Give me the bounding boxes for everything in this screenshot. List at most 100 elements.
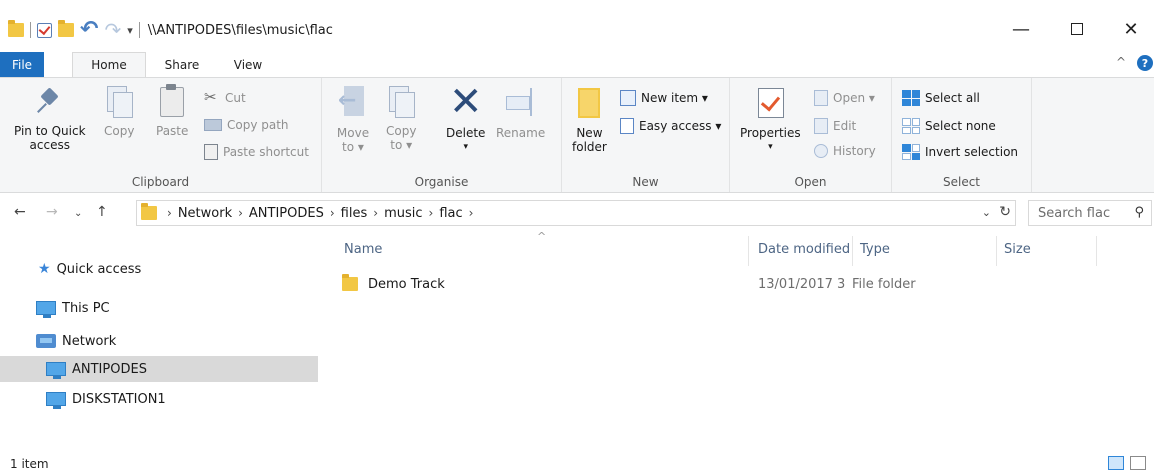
invert-selection-button[interactable]: Invert selection — [902, 144, 1018, 160]
redo-icon[interactable]: ↷ — [104, 20, 121, 40]
tab-file[interactable]: File — [0, 52, 44, 77]
search-icon[interactable]: ⚲ — [1134, 205, 1144, 220]
close-icon: ✕ — [1123, 18, 1139, 40]
breadcrumb-separator-icon[interactable]: › — [330, 206, 335, 220]
column-divider[interactable] — [1096, 236, 1097, 266]
new-folder-button[interactable]: New folder — [572, 84, 607, 154]
back-arrow-icon[interactable]: ← — [14, 204, 26, 220]
item-count: 1 item — [10, 457, 49, 471]
column-divider[interactable] — [852, 236, 853, 266]
clipboard-group: Pin to Quick access Copy Paste Cut Copy … — [0, 78, 322, 192]
select-none-icon — [902, 118, 920, 134]
refresh-icon[interactable]: ↻ — [999, 204, 1011, 220]
forward-arrow-icon[interactable]: → — [46, 204, 58, 220]
table-row[interactable]: Demo Track 13/01/2017 3:39 File folder — [342, 272, 1132, 296]
move-label-line2: to ▾ — [342, 140, 364, 154]
delete-button[interactable]: ✕ Delete ▾ — [446, 82, 486, 154]
new-folder-qat-icon[interactable] — [58, 20, 74, 37]
column-divider[interactable] — [996, 236, 997, 266]
tab-home[interactable]: Home — [72, 52, 146, 77]
edit-button[interactable]: Edit — [814, 118, 856, 134]
computer-icon — [36, 301, 56, 318]
breadcrumb-flac[interactable]: flac — [439, 206, 462, 221]
paste-shortcut-button[interactable]: Paste shortcut — [204, 144, 309, 160]
help-icon[interactable]: ? — [1137, 55, 1153, 71]
status-bar: 1 item — [0, 448, 1154, 472]
title-bar: ↶ ↷ ▾ \\ANTIPODES\files\music\flac — ✕ — [0, 0, 1154, 50]
address-dropdown-icon[interactable]: ⌄ — [982, 206, 991, 219]
move-to-button[interactable]: Move to ▾ — [336, 84, 370, 154]
invert-selection-label: Invert selection — [925, 145, 1019, 159]
pin-to-quick-access-button[interactable]: Pin to Quick access — [14, 84, 86, 152]
breadcrumb-files[interactable]: files — [341, 206, 368, 221]
recent-locations-chevron-icon[interactable]: ⌄ — [74, 208, 82, 219]
easy-access-button[interactable]: Easy access ▾ — [620, 118, 721, 134]
rename-icon — [504, 84, 538, 120]
large-icons-view-icon[interactable] — [1130, 456, 1146, 470]
collapse-ribbon-icon[interactable]: ^ — [1116, 55, 1126, 69]
copy-to-icon — [387, 84, 416, 118]
nav-label-network: Network — [62, 333, 117, 349]
nav-item-antipodes[interactable]: ANTIPODES — [0, 356, 318, 382]
rename-button[interactable]: Rename — [496, 84, 545, 140]
paste-button[interactable]: Paste — [156, 84, 188, 138]
copy-to-button[interactable]: Copy to ▾ — [386, 84, 416, 152]
address-bar[interactable]: › Network › ANTIPODES › files › music › … — [136, 200, 1016, 226]
breadcrumb-separator-icon[interactable]: › — [373, 206, 378, 220]
nav-item-network[interactable]: Network — [0, 328, 318, 354]
minimize-button[interactable]: — — [998, 14, 1044, 44]
nav-label-quick-access: Quick access — [56, 261, 142, 277]
properties-button[interactable]: Properties ▾ — [740, 84, 801, 154]
breadcrumb-music[interactable]: music — [384, 206, 422, 221]
nav-item-this-pc[interactable]: This PC — [0, 295, 318, 321]
folder-icon — [8, 20, 24, 37]
history-button[interactable]: History — [814, 144, 876, 158]
search-input[interactable]: Search flac ⚲ — [1028, 200, 1152, 226]
breadcrumb-separator-icon[interactable]: › — [429, 206, 434, 220]
computer-icon — [46, 362, 66, 379]
breadcrumb-separator-icon[interactable]: › — [167, 206, 172, 220]
details-view-icon[interactable] — [1108, 456, 1124, 470]
properties-qat-icon[interactable] — [37, 22, 52, 38]
tab-share[interactable]: Share — [152, 52, 212, 77]
tab-view[interactable]: View — [218, 52, 278, 77]
copy-icon — [105, 84, 134, 118]
cut-button[interactable]: Cut — [204, 88, 246, 106]
column-header-size[interactable]: Size — [1004, 242, 1031, 257]
organise-group-label: Organise — [414, 175, 469, 189]
column-header-name[interactable]: Name — [344, 242, 382, 257]
copy-path-button[interactable]: Copy path — [204, 118, 289, 132]
nav-item-quick-access[interactable]: ★ Quick access — [0, 256, 318, 282]
select-all-button[interactable]: Select all — [902, 90, 980, 106]
new-item-button[interactable]: New item ▾ — [620, 90, 708, 106]
nav-item-diskstation1[interactable]: DISKSTATION1 — [0, 386, 318, 412]
open-button[interactable]: Open ▾ — [814, 90, 875, 106]
copy-button[interactable]: Copy — [104, 84, 134, 138]
customize-qat-dropdown-icon[interactable]: ▾ — [127, 24, 133, 37]
network-icon — [36, 334, 56, 348]
file-list: ^ Name Date modified Type Size Demo Trac… — [322, 230, 1154, 448]
up-arrow-icon[interactable]: ↑ — [96, 204, 108, 220]
maximize-button[interactable] — [1054, 14, 1100, 44]
star-icon: ★ — [38, 261, 51, 277]
properties-dropdown-icon[interactable]: ▾ — [768, 140, 773, 154]
column-header-type[interactable]: Type — [860, 242, 890, 257]
copy-path-icon — [204, 119, 222, 131]
new-folder-label-line1: New — [576, 126, 603, 140]
quick-access-toolbar: ↶ ↷ ▾ \\ANTIPODES\files\music\flac — [8, 18, 333, 42]
undo-icon[interactable]: ↶ — [80, 19, 98, 41]
column-divider[interactable] — [748, 236, 749, 266]
breadcrumb-separator-icon[interactable]: › — [238, 206, 243, 220]
move-to-icon — [336, 84, 370, 120]
delete-label: Delete — [446, 126, 486, 140]
breadcrumb-separator-icon[interactable]: › — [469, 206, 474, 220]
column-header-date-modified[interactable]: Date modified — [758, 242, 850, 257]
open-group-label: Open — [794, 175, 827, 189]
breadcrumb-network[interactable]: Network — [178, 206, 232, 221]
delete-dropdown-icon[interactable]: ▾ — [463, 140, 468, 154]
select-none-button[interactable]: Select none — [902, 118, 996, 134]
close-button[interactable]: ✕ — [1108, 14, 1154, 44]
file-date-modified: 13/01/2017 3:39 — [758, 276, 846, 292]
breadcrumb-antipodes[interactable]: ANTIPODES — [249, 206, 324, 221]
new-folder-label-line2: folder — [572, 140, 607, 154]
